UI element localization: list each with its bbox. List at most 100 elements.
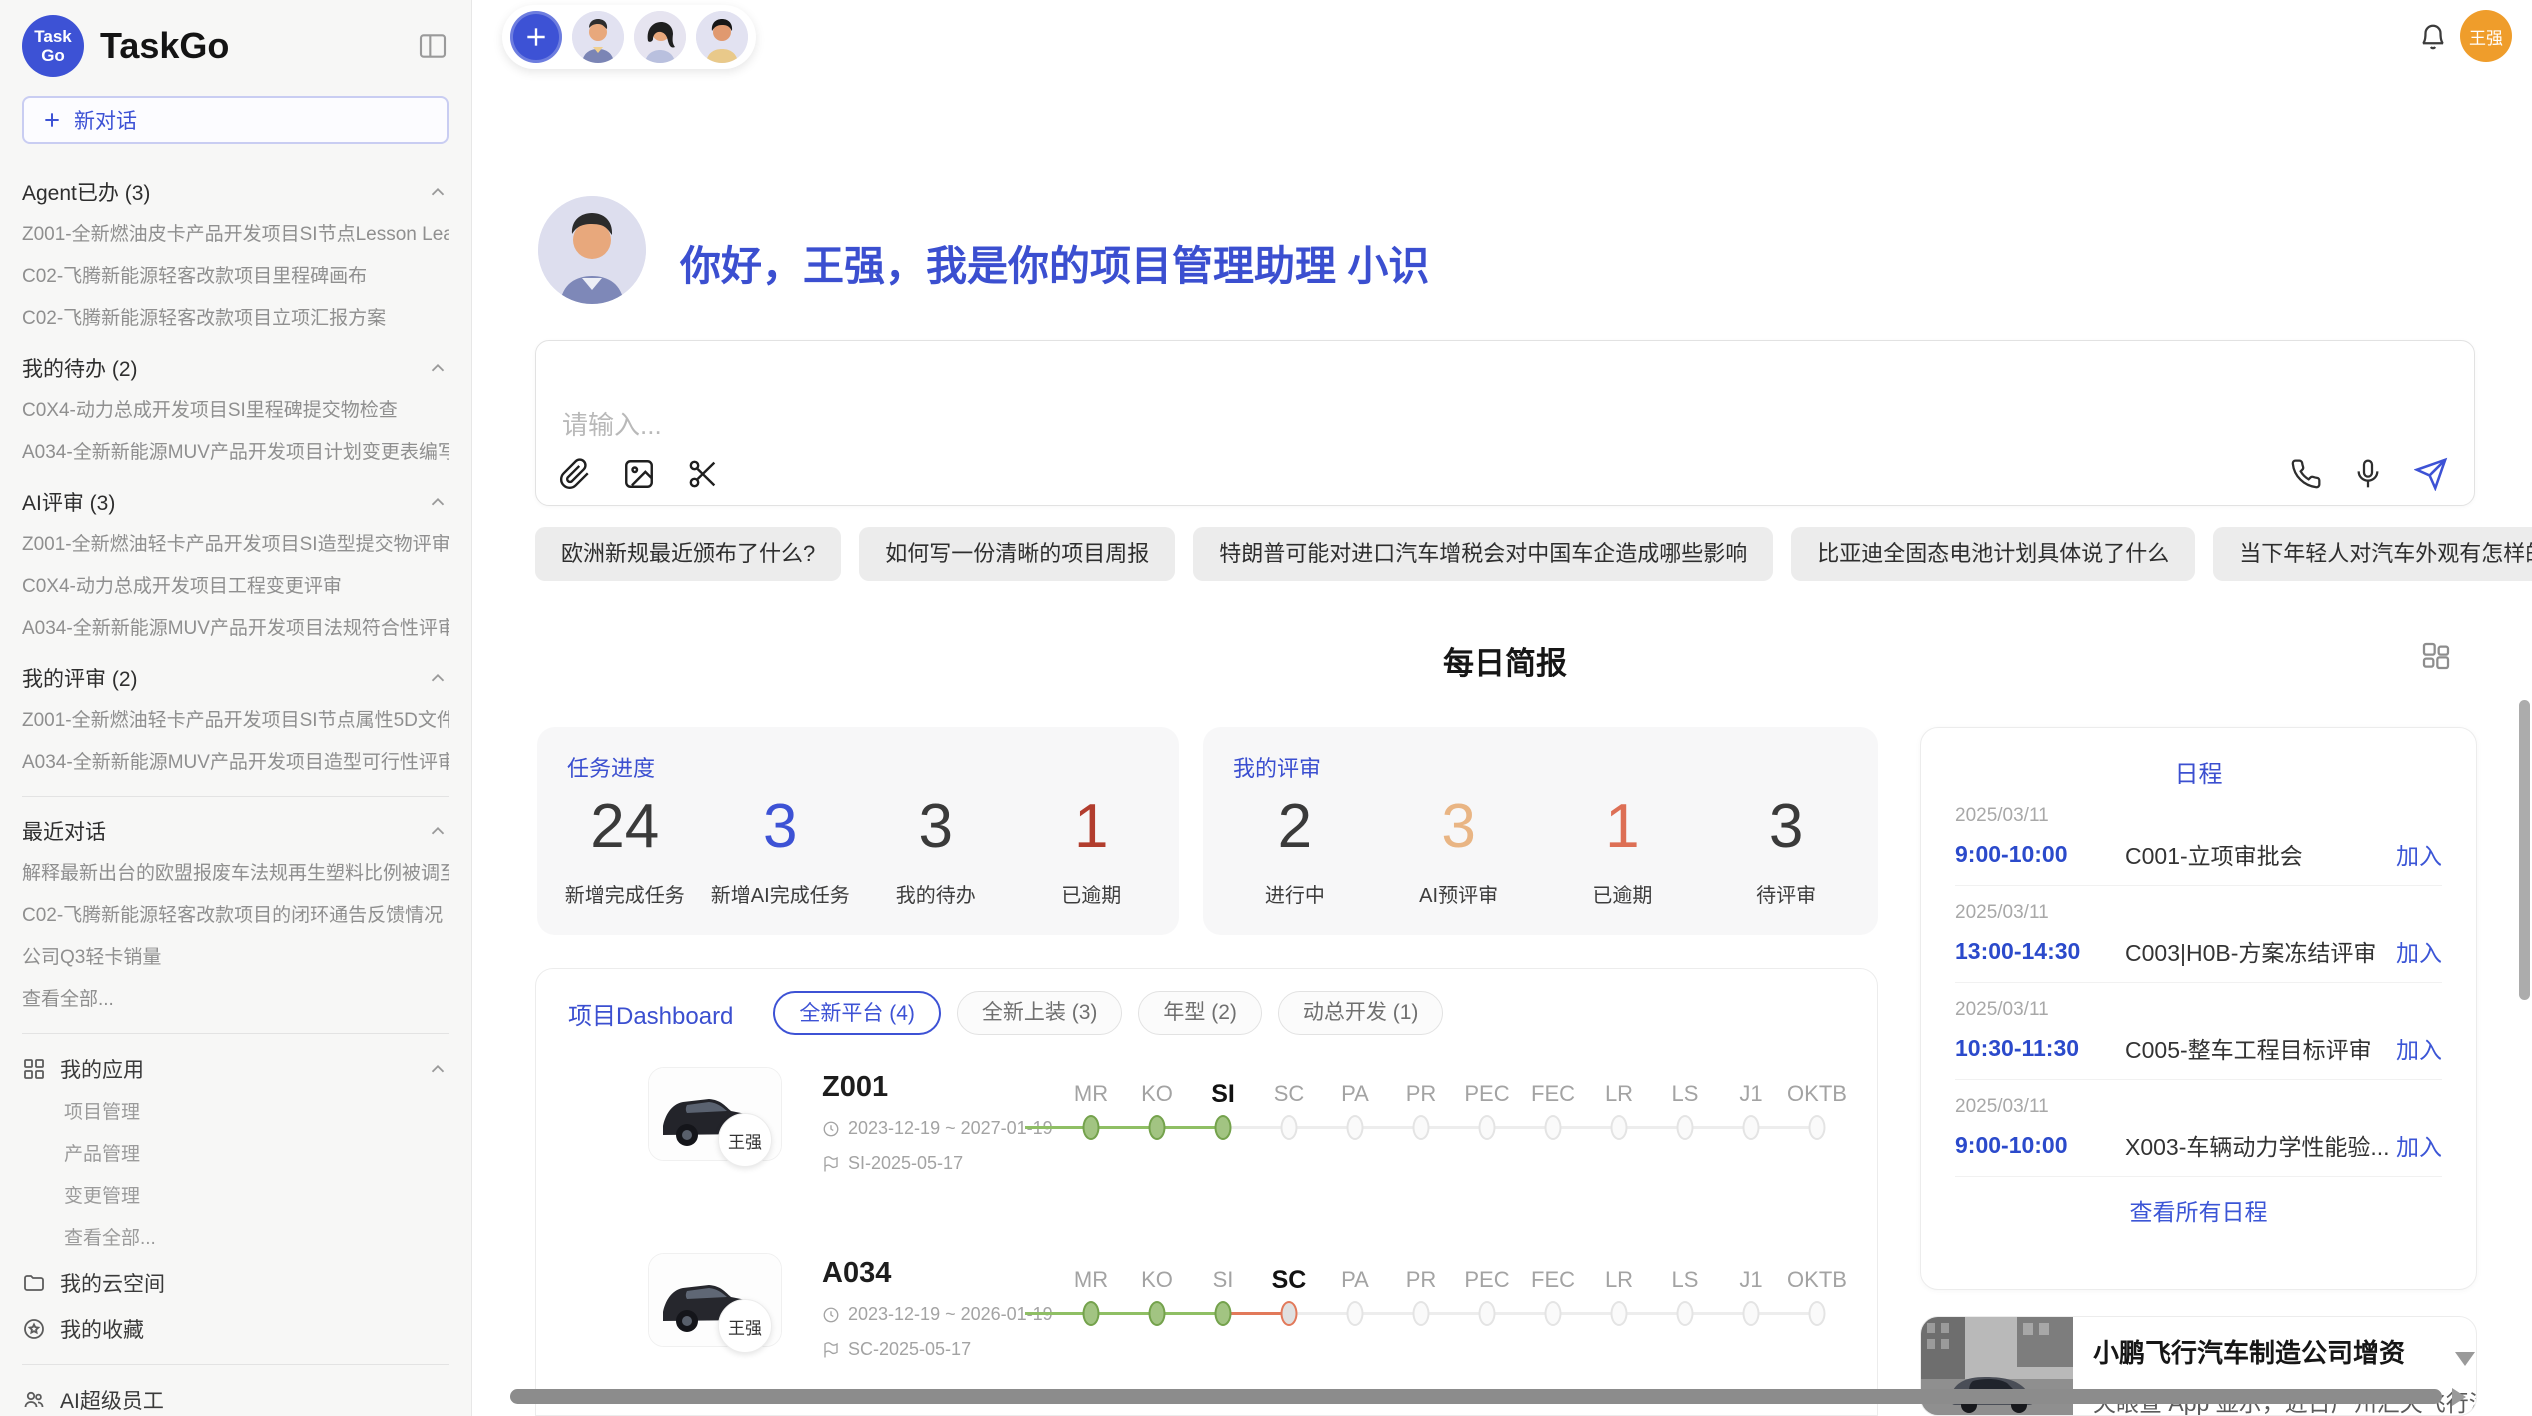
chevron-up-icon[interactable] (427, 181, 449, 203)
milestone-dot[interactable] (1347, 1301, 1364, 1326)
join-link[interactable]: 加入 (2396, 1128, 2442, 1162)
milestone-dot[interactable] (1479, 1301, 1496, 1326)
tab-powertrain-dev[interactable]: 动总开发 (1) (1278, 991, 1444, 1035)
horizontal-scrollbar[interactable] (510, 1389, 2442, 1404)
chevron-up-icon[interactable] (427, 491, 449, 513)
section-header-ai-review[interactable]: AI评审 (3) (22, 480, 449, 524)
sidebar-item[interactable]: A034-全新新能源MUV产品开发项目造型可行性评审 (22, 742, 449, 784)
sidebar-item[interactable]: C02-飞腾新能源轻客改款项目里程碑画布 (22, 256, 449, 298)
section-header-my-review[interactable]: 我的评审 (2) (22, 656, 449, 700)
layout-grid-icon[interactable] (2420, 640, 2452, 672)
sidebar-item-favorites[interactable]: 我的收藏 (22, 1306, 449, 1352)
app-item-project-mgmt[interactable]: 项目管理 (22, 1092, 449, 1134)
section-header-agent-done[interactable]: Agent已办 (3) (22, 170, 449, 214)
milestone-dot[interactable] (1347, 1115, 1364, 1140)
sidebar-item[interactable]: C0X4-动力总成开发项目工程变更评审 (22, 566, 449, 608)
project-row[interactable]: 王强 A034 2023-12-19 ~ 2026-01-19 SC-2025-… (560, 1249, 1853, 1407)
sidebar-item[interactable]: C02-飞腾新能源轻客改款项目立项汇报方案 (22, 298, 449, 340)
section-header-my-todo[interactable]: 我的待办 (2) (22, 346, 449, 390)
sidebar-item[interactable]: Z001-全新燃油轻卡产品开发项目SI节点属性5D文件评审 (22, 700, 449, 742)
milestone-dot[interactable] (1677, 1115, 1694, 1140)
app-item-view-all[interactable]: 查看全部... (22, 1218, 449, 1260)
milestone-dot[interactable] (1149, 1301, 1166, 1326)
milestone-dot[interactable] (1743, 1115, 1760, 1140)
join-link[interactable]: 加入 (2396, 837, 2442, 871)
suggestion-chip[interactable]: 当下年轻人对汽车外观有怎样的喜好趋势 (2213, 527, 2532, 581)
milestone-dot[interactable] (1083, 1301, 1100, 1326)
app-item-change-mgmt[interactable]: 变更管理 (22, 1176, 449, 1218)
milestone-dot[interactable] (1809, 1115, 1826, 1140)
recent-chat-item[interactable]: 解释最新出台的欧盟报废车法规再生塑料比例被调至15%... (22, 853, 449, 895)
send-icon[interactable] (2414, 457, 2448, 491)
milestone-dot[interactable] (1281, 1115, 1298, 1140)
schedule-item[interactable]: 2025/03/11 9:00-10:00 X003-车辆动力学性能验... 加… (1955, 1080, 2442, 1177)
sidebar-item[interactable]: A034-全新新能源MUV产品开发项目计划变更表编写 (22, 432, 449, 474)
sidebar-item[interactable]: A034-全新新能源MUV产品开发项目法规符合性评审 (22, 608, 449, 650)
milestone-dot[interactable] (1215, 1115, 1232, 1140)
sidebar-item-my-apps[interactable]: 我的应用 (22, 1046, 449, 1092)
milestone-dot[interactable] (1083, 1115, 1100, 1140)
tab-new-body[interactable]: 全新上装 (3) (957, 991, 1123, 1035)
chevron-up-icon[interactable] (427, 820, 449, 842)
logo-text: Task (34, 27, 72, 46)
suggestion-chip[interactable]: 欧洲新规最近颁布了什么? (535, 527, 841, 581)
sidebar-item[interactable]: Z001-全新燃油轻卡产品开发项目SI造型提交物评审 (22, 524, 449, 566)
milestone-dot[interactable] (1611, 1115, 1628, 1140)
vertical-scrollbar[interactable] (2519, 700, 2530, 1000)
microphone-icon[interactable] (2352, 458, 2384, 490)
sidebar-item[interactable]: C0X4-动力总成开发项目SI里程碑提交物检查 (22, 390, 449, 432)
user-avatar[interactable]: 王强 (2460, 10, 2512, 62)
project-dates: 2023-12-19 ~ 2027-01-19 (848, 1118, 1053, 1139)
scroll-right-arrow[interactable] (2452, 1388, 2466, 1406)
tab-year-model[interactable]: 年型 (2) (1138, 991, 1262, 1035)
milestone-dot[interactable] (1611, 1301, 1628, 1326)
tab-all-new-platform[interactable]: 全新平台 (4) (773, 991, 941, 1035)
recent-chat-item[interactable]: C02-飞腾新能源轻客改款项目的闭环通告反馈情况 (22, 895, 449, 937)
scissors-icon[interactable] (686, 457, 720, 491)
schedule-item[interactable]: 2025/03/11 13:00-14:30 C003|H0B-方案冻结评审 加… (1955, 886, 2442, 983)
attachment-icon[interactable] (558, 457, 592, 491)
suggestion-chip[interactable]: 如何写一份清晰的项目周报 (859, 527, 1175, 581)
image-icon[interactable] (622, 457, 656, 491)
notification-bell-icon[interactable] (2418, 22, 2448, 52)
milestone-dot[interactable] (1479, 1115, 1496, 1140)
avatar[interactable] (634, 11, 686, 63)
suggestion-chip[interactable]: 比亚迪全固态电池计划具体说了什么 (1791, 527, 2195, 581)
sidebar-item-cloud-space[interactable]: 我的云空间 (22, 1260, 449, 1306)
scroll-down-arrow[interactable] (2455, 1352, 2475, 1366)
suggestion-chip[interactable]: 特朗普可能对进口汽车增税会对中国车企造成哪些影响 (1193, 527, 1773, 581)
new-chat-button[interactable]: 新对话 (22, 96, 449, 144)
collapse-sidebar-icon[interactable] (417, 30, 449, 62)
schedule-item[interactable]: 2025/03/11 9:00-10:00 C001-立项审批会 加入 (1955, 789, 2442, 886)
schedule-item[interactable]: 2025/03/11 10:30-11:30 C005-整车工程目标评审 加入 (1955, 983, 2442, 1080)
join-link[interactable]: 加入 (2396, 1031, 2442, 1065)
view-all-schedule-link[interactable]: 查看所有日程 (1955, 1177, 2442, 1243)
chevron-up-icon[interactable] (427, 667, 449, 689)
chat-input-card[interactable]: 请输入... (535, 340, 2475, 506)
app-item-product-mgmt[interactable]: 产品管理 (22, 1134, 449, 1176)
project-row[interactable]: 王强 Z001 2023-12-19 ~ 2027-01-19 SI-2025-… (560, 1063, 1853, 1221)
milestone-dot[interactable] (1413, 1115, 1430, 1140)
join-link[interactable]: 加入 (2396, 934, 2442, 968)
avatar[interactable] (572, 11, 624, 63)
sidebar-item[interactable]: Z001-全新燃油皮卡产品开发项目SI节点Lesson Learn报告 (22, 214, 449, 256)
milestone-dot[interactable] (1545, 1301, 1562, 1326)
recent-chat-item[interactable]: 公司Q3轻卡销量 (22, 937, 449, 979)
milestone-dot[interactable] (1809, 1301, 1826, 1326)
milestone-dot[interactable] (1677, 1301, 1694, 1326)
schedule-title: 日程 (1955, 754, 2442, 789)
sidebar-item-ai-super-staff[interactable]: AI超级员工 (22, 1377, 449, 1416)
milestone-dot[interactable] (1281, 1301, 1298, 1326)
new-session-button[interactable] (510, 11, 562, 63)
milestone-dot[interactable] (1743, 1301, 1760, 1326)
recent-chat-view-all[interactable]: 查看全部... (22, 979, 449, 1021)
milestone-dot[interactable] (1413, 1301, 1430, 1326)
section-header-recent[interactable]: 最近对话 (22, 809, 449, 853)
milestone-dot[interactable] (1545, 1115, 1562, 1140)
chevron-up-icon[interactable] (427, 357, 449, 379)
milestone-dot[interactable] (1215, 1301, 1232, 1326)
phone-icon[interactable] (2290, 458, 2322, 490)
milestone-dot[interactable] (1149, 1115, 1166, 1140)
chevron-up-icon[interactable] (427, 1058, 449, 1080)
avatar[interactable] (696, 11, 748, 63)
